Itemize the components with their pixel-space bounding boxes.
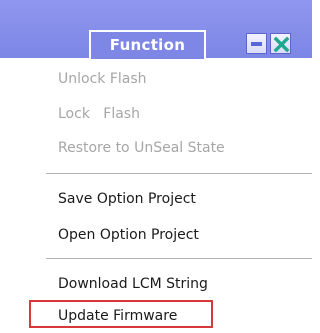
- close-icon: [273, 36, 290, 53]
- minimize-button[interactable]: [246, 33, 267, 54]
- function-menu-button[interactable]: Function: [89, 30, 206, 59]
- title-bar: Function: [0, 0, 312, 59]
- menu-item-restore-unseal-state[interactable]: Restore to UnSeal State: [58, 137, 225, 159]
- menu-separator: [46, 258, 312, 259]
- minimize-icon: [251, 42, 262, 46]
- menu-item-open-option-project[interactable]: Open Option Project: [58, 224, 199, 246]
- menu-item-unlock-flash[interactable]: Unlock Flash: [58, 68, 147, 90]
- menu-separator: [46, 173, 312, 174]
- menu-item-lock-flash[interactable]: Lock Flash: [58, 103, 140, 125]
- function-menu-window: Function Unlock Flash Lock Flash Restore…: [0, 0, 312, 333]
- close-button[interactable]: [270, 33, 291, 54]
- menu-item-save-option-project[interactable]: Save Option Project: [58, 188, 196, 210]
- update-firmware-highlight: [29, 300, 213, 328]
- menu-item-download-lcm-string[interactable]: Download LCM String: [58, 273, 208, 295]
- dropdown-menu: Unlock Flash Lock Flash Restore to UnSea…: [46, 58, 312, 333]
